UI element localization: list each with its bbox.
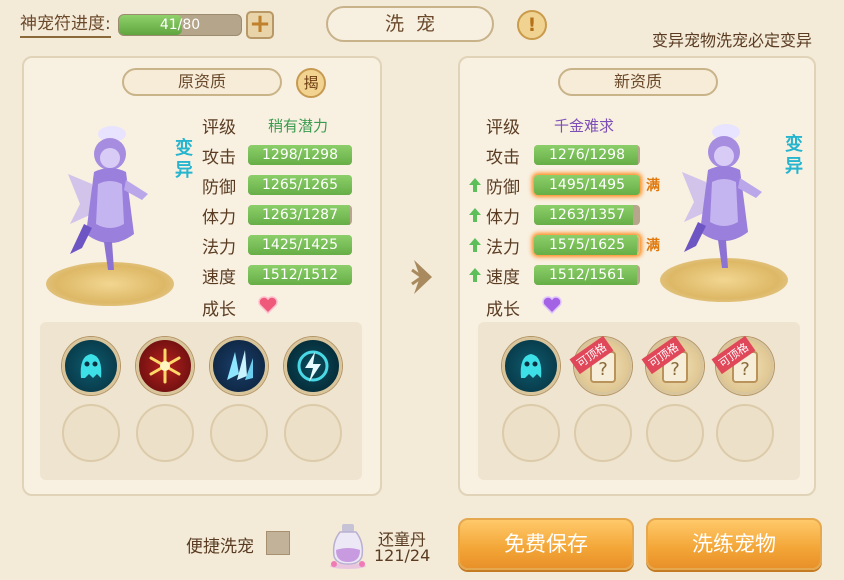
- stat-label: 攻击: [202, 148, 236, 168]
- item-count: 121/24: [374, 546, 431, 565]
- pet-figure-original[interactable]: [62, 124, 154, 274]
- ghost-skill-icon[interactable]: [62, 337, 120, 395]
- new-aptitude-header: 新资质: [558, 68, 718, 96]
- up-arrow-icon: [469, 238, 481, 252]
- wash-pet-button[interactable]: 洗练宠物: [646, 518, 822, 570]
- mutation-note: 变异宠物洗宠必定变异: [651, 31, 812, 50]
- quick-wash-checkbox[interactable]: [266, 531, 290, 555]
- empty-skill-slot: [136, 404, 194, 462]
- full-tag: 满: [646, 238, 660, 254]
- svg-text:?: ?: [598, 359, 608, 380]
- stat-value: 1512/1561: [549, 267, 625, 283]
- empty-skill-slot: [210, 404, 268, 462]
- stat-value: 1512/1512: [262, 267, 338, 283]
- stat-bar: 1575/1625: [534, 235, 640, 255]
- stat-value: 1575/1625: [549, 237, 625, 253]
- reveal-button[interactable]: 揭: [296, 68, 326, 98]
- svg-text:?: ?: [670, 359, 680, 380]
- stat-bar: 1512/1512: [248, 265, 352, 285]
- arrow-right-icon: [411, 260, 432, 294]
- grade-value: 稍有潜力: [268, 117, 329, 135]
- full-tag: 满: [646, 178, 660, 194]
- stat-bar: 1276/1298: [534, 145, 640, 165]
- stat-label: 法力: [486, 238, 520, 258]
- quick-wash-label: 便捷洗宠: [186, 537, 254, 557]
- stat-label: 速度: [486, 268, 520, 288]
- stat-value: 1263/1357: [549, 207, 625, 223]
- original-aptitude-header: 原资质: [122, 68, 282, 96]
- stat-value: 1495/1495: [549, 177, 625, 193]
- stat-label: 防御: [486, 178, 520, 198]
- stat-bar: 1425/1425: [248, 235, 352, 255]
- stat-bar: 1298/1298: [248, 145, 352, 165]
- unknown-skill-scroll-icon[interactable]: ? 可顶格: [569, 335, 632, 395]
- stat-label: 体力: [486, 208, 520, 228]
- potion-bottle-icon: [330, 524, 366, 569]
- ghost-skill-icon[interactable]: [502, 337, 560, 395]
- stat-label: 速度: [202, 268, 236, 288]
- up-arrow-icon: [469, 208, 481, 222]
- empty-skill-slot: [646, 404, 704, 462]
- mutant-label: 变异: [175, 138, 193, 181]
- empty-skill-slot: [62, 404, 120, 462]
- up-arrow-icon: [469, 178, 481, 192]
- stat-value: 1265/1265: [262, 177, 338, 193]
- up-arrow-icon: [469, 268, 481, 282]
- stat-label: 法力: [202, 238, 236, 258]
- progress-bar: 41/80: [118, 14, 242, 36]
- unknown-skill-scroll-icon[interactable]: ? 可顶格: [711, 335, 774, 395]
- stat-label: 攻击: [486, 148, 520, 168]
- stat-label: 防御: [202, 178, 236, 198]
- empty-skill-slot: [284, 404, 342, 462]
- empty-skill-slot: [574, 404, 632, 462]
- pet-figure-new[interactable]: [676, 122, 768, 272]
- stat-value: 1425/1425: [262, 237, 338, 253]
- stat-bar: 1495/1495: [534, 175, 640, 195]
- add-progress-button[interactable]: +: [246, 11, 274, 39]
- page-title: 洗宠: [326, 6, 494, 42]
- stat-value: 1276/1298: [549, 147, 625, 163]
- grade-label: 评级: [202, 118, 236, 138]
- progress-text: 41/80: [159, 17, 201, 33]
- stat-bar: 1265/1265: [248, 175, 352, 195]
- stat-bar: 1263/1287: [248, 205, 352, 225]
- stat-value: 1263/1287: [262, 207, 338, 223]
- purple-heart-icon: [542, 296, 562, 314]
- growth-label: 成长: [202, 300, 236, 320]
- stat-bar: 1263/1357: [534, 205, 640, 225]
- stat-bar: 1512/1561: [534, 265, 640, 285]
- grade-value: 千金难求: [554, 117, 615, 135]
- ice-crystal-skill-icon[interactable]: [210, 337, 268, 395]
- info-button[interactable]: !: [517, 10, 547, 40]
- empty-skill-slot: [502, 404, 560, 462]
- snowflake-skill-icon[interactable]: [136, 337, 194, 395]
- red-heart-icon: [258, 296, 278, 314]
- progress-label: 神宠符进度:: [20, 12, 111, 38]
- empty-skill-slot: [716, 404, 774, 462]
- lightning-skill-icon[interactable]: [284, 337, 342, 395]
- mutant-label: 变异: [785, 134, 803, 177]
- grade-label: 评级: [486, 118, 520, 138]
- free-save-button[interactable]: 免费保存: [458, 518, 634, 570]
- svg-text:?: ?: [740, 359, 750, 380]
- growth-label: 成长: [486, 300, 520, 320]
- stat-label: 体力: [202, 208, 236, 228]
- unknown-skill-scroll-icon[interactable]: ? 可顶格: [641, 335, 704, 395]
- stat-value: 1298/1298: [262, 147, 338, 163]
